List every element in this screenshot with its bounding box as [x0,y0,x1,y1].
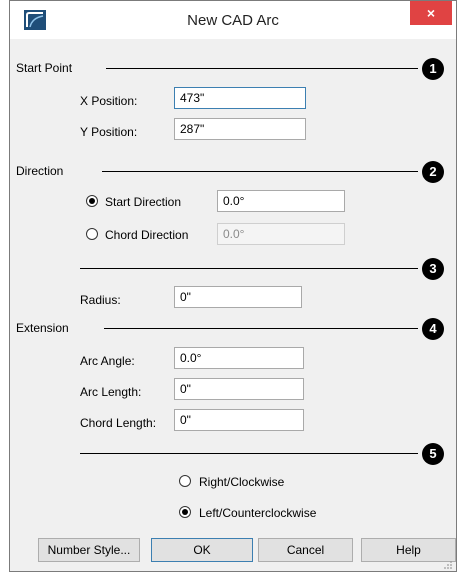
section-extension-label: Extension [16,321,69,335]
close-icon: × [426,5,436,21]
section-divider [80,453,418,454]
start-direction-radio[interactable] [86,195,98,207]
chord-length-input[interactable]: 0" [174,409,304,431]
callout-marker-4: 4 [422,318,444,340]
callout-marker-5: 5 [422,443,444,465]
arc-angle-input[interactable]: 0.0° [174,347,304,369]
title-bar[interactable]: New CAD Arc × [10,1,456,39]
arc-length-label: Arc Length: [80,385,142,399]
left-counterclockwise-radio[interactable] [179,506,191,518]
x-position-input[interactable]: 473" [174,87,306,109]
window-title: New CAD Arc [187,12,279,29]
section-divider [102,171,418,172]
section-divider [80,268,418,269]
section-divider [104,328,418,329]
radius-label: Radius: [80,293,121,307]
resize-grip-icon[interactable] [443,560,453,570]
x-position-label: X Position: [80,94,138,108]
y-position-input[interactable]: 287" [174,118,306,140]
help-button[interactable]: Help [361,538,456,562]
left-counterclockwise-label[interactable]: Left/Counterclockwise [199,506,316,520]
chord-direction-label[interactable]: Chord Direction [105,228,188,242]
y-position-label: Y Position: [80,125,138,139]
number-style-button[interactable]: Number Style... [38,538,140,562]
right-clockwise-radio[interactable] [179,475,191,487]
chord-length-label: Chord Length: [80,416,157,430]
section-start-point-label: Start Point [16,61,73,75]
section-direction-label: Direction [16,164,64,178]
chord-direction-radio[interactable] [86,228,98,240]
callout-marker-3: 3 [422,258,444,280]
right-clockwise-label[interactable]: Right/Clockwise [199,475,284,489]
radius-input[interactable]: 0" [174,286,302,308]
dialog-content: Start Point 1 X Position: 473" Y Positio… [10,39,456,573]
close-button[interactable]: × [410,1,452,25]
start-direction-label[interactable]: Start Direction [105,195,181,209]
callout-marker-2: 2 [422,161,444,183]
dialog-window: New CAD Arc × Start Point 1 X Position: … [9,0,457,572]
ok-button[interactable]: OK [151,538,253,562]
cancel-button[interactable]: Cancel [258,538,353,562]
arc-length-input[interactable]: 0" [174,378,304,400]
section-divider [106,68,418,69]
chord-direction-input: 0.0° [217,223,345,245]
callout-marker-1: 1 [422,58,444,80]
start-direction-input[interactable]: 0.0° [217,190,345,212]
arc-angle-label: Arc Angle: [80,354,135,368]
